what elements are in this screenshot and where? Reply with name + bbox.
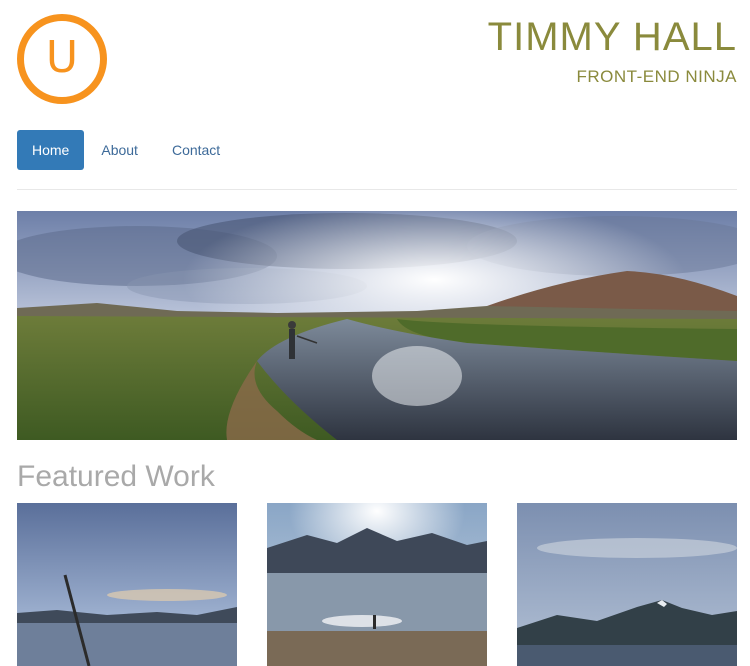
logo-letter: U xyxy=(45,32,79,83)
featured-image-2 xyxy=(267,503,487,666)
featured-work-heading: Featured Work xyxy=(17,460,215,493)
featured-item-2[interactable] xyxy=(267,503,487,666)
main-nav: Home About Contact xyxy=(17,130,237,170)
featured-image-1 xyxy=(17,503,237,666)
featured-image-3 xyxy=(517,503,737,666)
nav-home[interactable]: Home xyxy=(17,130,85,170)
nav-contact[interactable]: Contact xyxy=(155,130,237,170)
site-title: TIMMY HALL xyxy=(487,15,737,59)
header-divider xyxy=(17,189,737,190)
site-tagline: FRONT-END NINJA xyxy=(576,67,737,86)
logo[interactable]: U xyxy=(17,14,107,104)
hero-image xyxy=(17,211,737,440)
nav-about[interactable]: About xyxy=(84,130,155,170)
featured-item-1[interactable] xyxy=(17,503,237,666)
featured-item-3[interactable] xyxy=(517,503,737,666)
hero-landscape-graphic xyxy=(17,211,737,440)
